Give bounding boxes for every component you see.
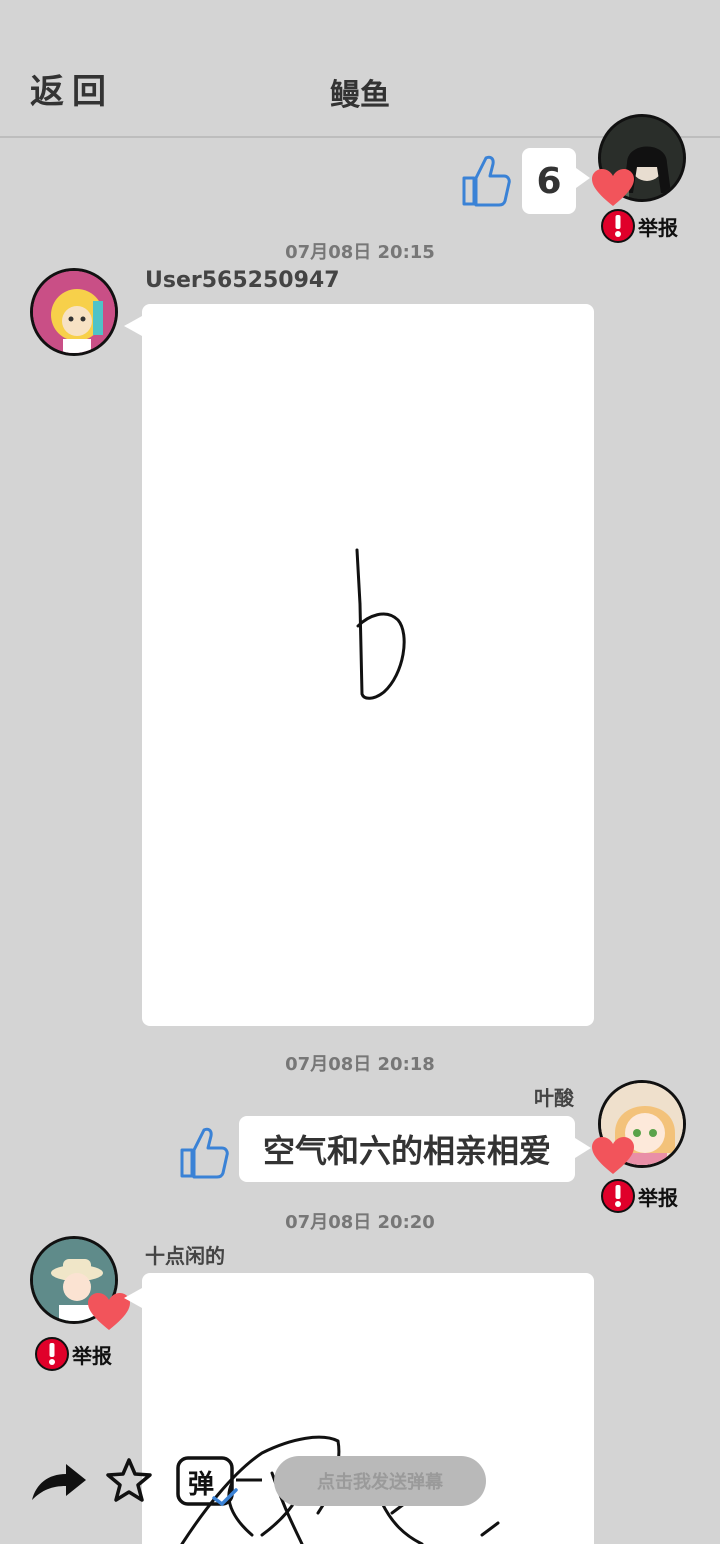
header-bar: 返回 鳗鱼: [0, 0, 720, 138]
danmaku-send-button[interactable]: 点击我发送弹幕: [274, 1456, 486, 1506]
bubble-tail: [576, 168, 590, 188]
danmaku-toggle[interactable]: 弹: [174, 1454, 264, 1510]
avatar[interactable]: [30, 268, 118, 356]
bubble-tail: [124, 1288, 142, 1308]
alert-icon: [35, 1337, 69, 1371]
star-icon[interactable]: [104, 1456, 154, 1506]
report-label: 举报: [638, 1185, 678, 1210]
username: 十点闲的: [145, 1244, 225, 1268]
message-text: 空气和六的相亲相爱: [262, 1132, 551, 1170]
drawing-message[interactable]: [142, 304, 594, 1026]
message-bubble[interactable]: 6: [522, 148, 576, 214]
thumbs-up-icon[interactable]: [460, 152, 512, 208]
heart-icon[interactable]: [590, 168, 636, 208]
bubble-tail: [575, 1138, 591, 1158]
message-text: 6: [536, 160, 562, 202]
timestamp: 07月08日 20:15: [285, 242, 435, 263]
username: User565250947: [145, 268, 340, 293]
page-title: 鳗鱼: [330, 78, 390, 113]
report-label: 举报: [72, 1343, 112, 1368]
share-icon[interactable]: [28, 1460, 88, 1504]
timestamp: 07月08日 20:18: [285, 1054, 435, 1075]
danmaku-placeholder: 点击我发送弹幕: [317, 1472, 443, 1493]
report-label: 举报: [638, 215, 678, 240]
report-button[interactable]: 举报: [34, 1336, 112, 1372]
username: 叶酸: [534, 1086, 574, 1110]
bubble-tail: [124, 316, 142, 336]
message-bubble[interactable]: 空气和六的相亲相爱: [239, 1116, 575, 1182]
danmaku-toggle-label: 弹: [188, 1470, 215, 1500]
timestamp: 07月08日 20:20: [285, 1212, 435, 1233]
thumbs-up-icon[interactable]: [178, 1124, 230, 1180]
heart-icon[interactable]: [590, 1136, 636, 1176]
drawing-canvas: [355, 548, 406, 700]
